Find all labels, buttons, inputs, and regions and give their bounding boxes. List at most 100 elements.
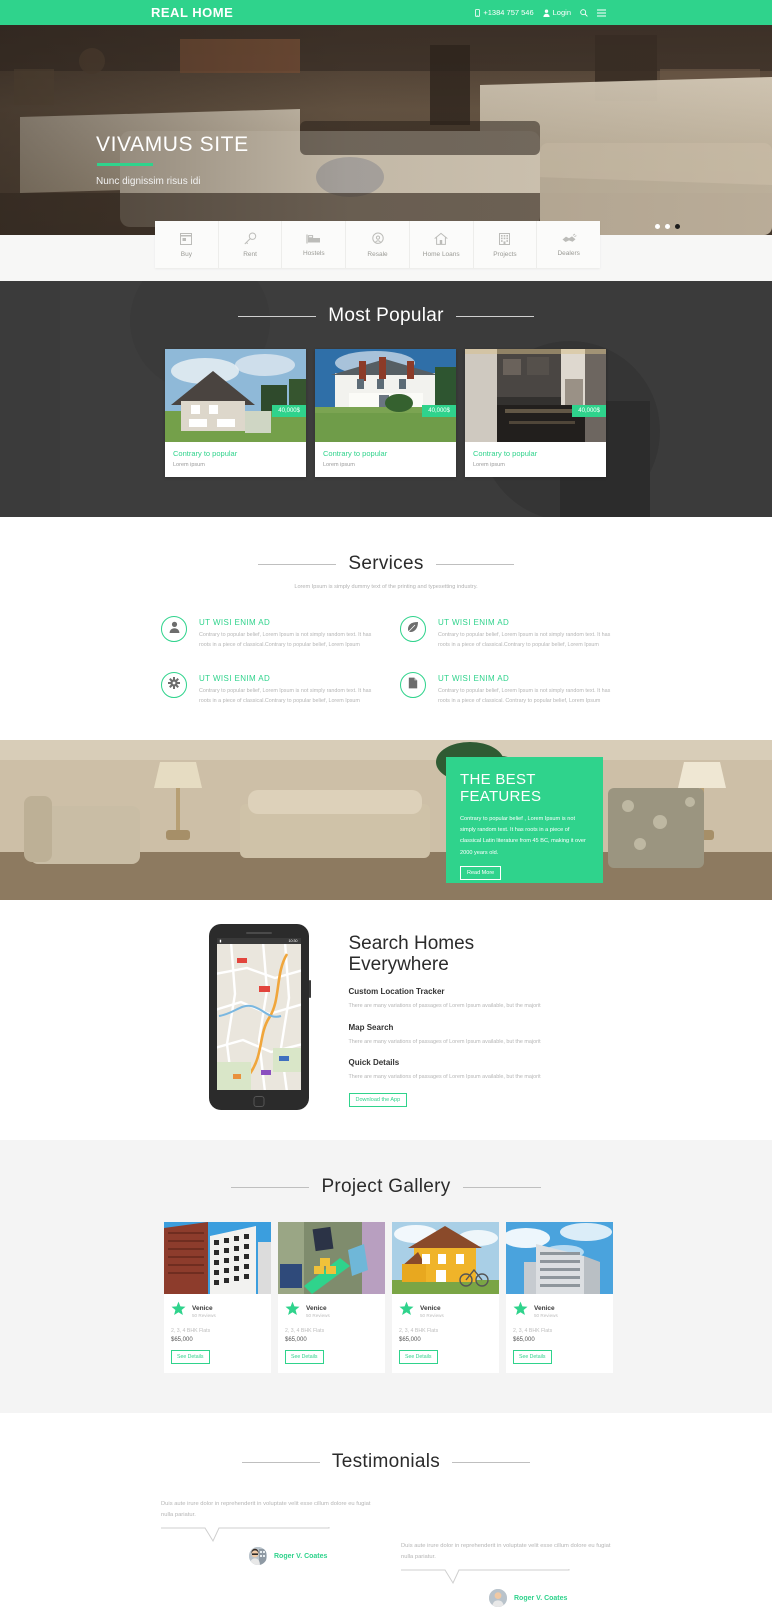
service-icon-circle [400,616,426,642]
service-body: Contrary to popular belief, Lorem Ipsum … [199,688,372,704]
gallery-thumbnail [506,1222,613,1294]
testimonial-quote: Duis aute irure dolor in reprehenderit i… [161,1501,371,1518]
property-thumbnail: 40,000$ [465,349,606,442]
gallery-card-price: $65,000 [285,1337,307,1343]
property-thumbnail: 40,000$ [165,349,306,442]
category-dealers[interactable]: Dealers [537,221,600,268]
testimonial-item: Duis aute irure dolor in reprehenderit i… [161,1499,371,1607]
services-section: Services Lorem Ipsum is simply dummy tex… [0,517,772,740]
brand-logo[interactable]: REAL HOME [151,5,233,20]
section-heading: Project Gallery [321,1176,451,1197]
star-icon [399,1301,414,1321]
hero-underline [97,163,153,166]
hero-copy: VIVAMUS SITE Nunc dignissim risus idi [96,133,249,187]
gallery-card[interactable]: Venice 50 Reviews 2, 3, 4 BHK Flats $65,… [278,1222,385,1373]
features-title: THE BEST FEATURES [460,771,542,806]
gallery-card[interactable]: Venice 50 Reviews 2, 3, 4 BHK Flats $65,… [506,1222,613,1373]
title-rule-left [238,315,317,317]
gallery-card-titles: Venice 50 Reviews [306,1305,330,1318]
service-item[interactable]: UT WISI ENIM AD Contrary to popular beli… [161,616,372,650]
header-login[interactable]: Login [543,8,571,17]
title-rule-right [455,315,534,317]
hero-dot-2[interactable] [665,224,670,229]
category-bar: Buy Rent Hostels Resale Home Loans Proje… [155,221,600,268]
bed-icon [306,233,322,247]
property-title[interactable]: Contrary to popular [473,449,598,458]
service-title: UT WISI ENIM AD [199,618,271,627]
see-details-button[interactable]: See Details [171,1350,210,1364]
gallery-card-header: Venice 50 Reviews [285,1301,378,1321]
service-item[interactable]: UT WISI ENIM AD Contrary to popular beli… [400,616,611,650]
gallery-card-meta: 2, 3, 4 BHK Flats [399,1328,439,1334]
title-rule-right [452,1461,531,1463]
hero-slider[interactable]: VIVAMUS SITE Nunc dignissim risus idi [0,25,772,235]
gallery-card-meta: 2, 3, 4 BHK Flats [285,1328,325,1334]
header-phone[interactable]: +1384 757 546 [475,8,534,17]
service-icon-circle [400,672,426,698]
property-card-body: Contrary to popular Lorem ipsum [315,442,456,477]
gallery-card-price: $65,000 [513,1337,535,1343]
search-homes-copy: Search Homes Everywhere Custom Location … [348,924,564,1110]
property-card[interactable]: 40,000$ Contrary to popular Lorem ipsum [165,349,306,477]
property-title[interactable]: Contrary to popular [173,449,298,458]
see-details-button[interactable]: See Details [513,1350,552,1364]
category-hostels[interactable]: Hostels [282,221,347,268]
property-desc: Lorem ipsum [173,462,205,468]
download-app-button[interactable]: Download the App [348,1093,408,1108]
phone-side-button [308,980,311,998]
property-title[interactable]: Contrary to popular [323,449,448,458]
user-icon [169,620,180,638]
service-item[interactable]: UT WISI ENIM AD Contrary to popular beli… [161,672,372,706]
category-label: Buy [180,250,192,258]
testimonial-item: Duis aute irure dolor in reprehenderit i… [401,1499,611,1607]
features-callout: THE BEST FEATURES Contrary to popular be… [446,757,603,883]
property-card-body: Contrary to popular Lorem ipsum [165,442,306,477]
service-text: UT WISI ENIM AD Contrary to popular beli… [199,616,372,650]
gallery-card[interactable]: Venice 50 Reviews 2, 3, 4 BHK Flats $65,… [164,1222,271,1373]
property-card[interactable]: 40,000$ Contrary to popular Lorem ipsum [315,349,456,477]
read-more-button[interactable]: Read More [460,866,502,881]
building-icon [498,232,511,248]
service-item[interactable]: UT WISI ENIM AD Contrary to popular beli… [400,672,611,706]
gallery-card-meta: 2, 3, 4 BHK Flats [513,1328,553,1334]
hero-dot-3[interactable] [675,224,680,229]
phone-speaker [245,932,272,934]
category-home-loans[interactable]: Home Loans [410,221,474,268]
gallery-card-titles: Venice 50 Reviews [420,1305,444,1318]
most-popular-section: Most Popular 40,000$ Contrary to popular… [0,281,772,517]
category-rent[interactable]: Rent [219,221,283,268]
section-title-testimonials: Testimonials [0,1451,772,1473]
gallery-card-meta: 2, 3, 4 BHK Flats [171,1328,211,1334]
section-heading: Services [348,553,424,574]
testimonials-grid: Duis aute irure dolor in reprehenderit i… [161,1499,611,1607]
title-rule-left [241,1461,320,1463]
testimonial-name: Roger V. Coates [514,1594,568,1602]
category-projects[interactable]: Projects [474,221,538,268]
gallery-card-titles: Venice 50 Reviews [192,1305,216,1318]
hamburger-menu-icon[interactable] [597,9,606,17]
hero-dot-1[interactable] [655,224,660,229]
search-icon[interactable] [580,8,588,17]
section-title-project-gallery: Project Gallery [0,1176,772,1198]
avatar [249,1547,267,1565]
features-body: Contrary to popular belief , Lorem Ipsum… [460,815,586,856]
best-features-section: THE BEST FEATURES Contrary to popular be… [0,740,772,900]
service-title: UT WISI ENIM AD [438,674,510,683]
hero-slider-dots[interactable] [655,224,680,229]
gallery-card-header: Venice 50 Reviews [171,1301,264,1321]
see-details-button[interactable]: See Details [399,1350,438,1364]
search-block-heading: Map Search [348,1022,394,1032]
header-phone-label: +1384 757 546 [483,8,534,17]
see-details-button[interactable]: See Details [285,1350,324,1364]
avatar [489,1589,507,1607]
service-icon-circle [161,672,187,698]
testimonial-author: Roger V. Coates [249,1547,371,1565]
project-gallery-section: Project Gallery Venice 50 Reviews 2, 3, … [0,1140,772,1413]
gallery-card-reviews: 50 Reviews [192,1312,216,1318]
category-buy[interactable]: Buy [155,221,219,268]
property-card[interactable]: 40,000$ Contrary to popular Lorem ipsum [465,349,606,477]
category-resale[interactable]: Resale [346,221,410,268]
gallery-card-reviews: 50 Reviews [420,1312,444,1318]
gallery-card[interactable]: Venice 50 Reviews 2, 3, 4 BHK Flats $65,… [392,1222,499,1373]
search-block-heading: Custom Location Tracker [348,986,445,996]
